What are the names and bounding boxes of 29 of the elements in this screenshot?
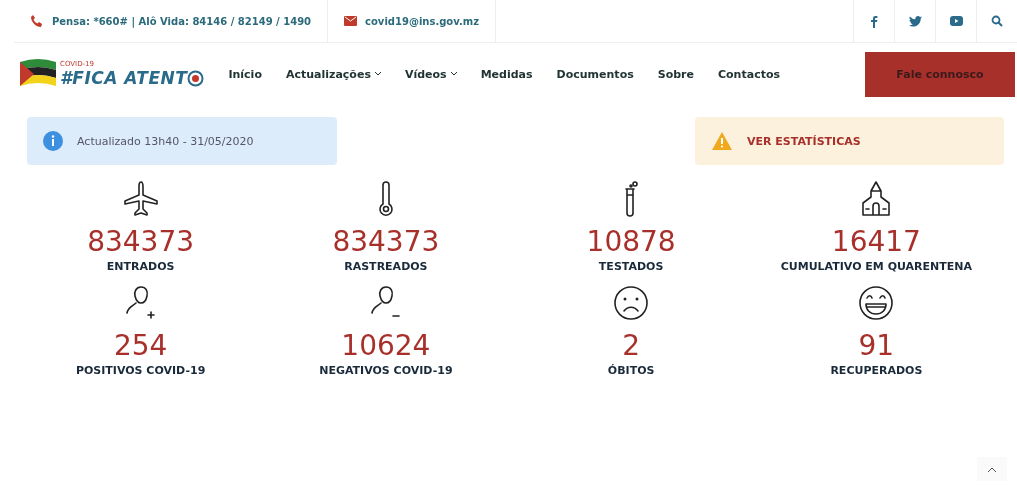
stat-value: 254 (113, 330, 168, 362)
warning-alert[interactable]: VER ESTATÍSTICAS (695, 117, 1004, 165)
stat-label: RASTREADOS (344, 259, 428, 273)
email-link[interactable]: covid19@ins.gov.mz (365, 15, 479, 27)
nav-link[interactable]: Sobre (657, 67, 694, 81)
stat-value: 834373 (332, 227, 440, 258)
stat-value: 10878 (586, 227, 676, 258)
stat-value: 16417 (831, 227, 921, 258)
stat-label: POSITIVOS COVID-19 (75, 363, 206, 377)
stat-label: RECUPERADOS (830, 363, 923, 377)
stat-value: 834373 (87, 227, 195, 258)
nav-link[interactable]: Vídeos (404, 67, 457, 81)
stat-label: NEGATIVOS COVID-19 (319, 363, 453, 377)
alert-text: VER ESTATÍSTICAS (747, 134, 861, 148)
stat-label: TESTADOS (598, 259, 664, 273)
stat-label: ÓBITOS (607, 363, 655, 377)
stat-value: 91 (858, 330, 895, 362)
stat-label: ENTRADOS (106, 259, 175, 273)
logo-text: #FICA ATENT (60, 68, 188, 88)
nav-link[interactable]: Contactos (718, 67, 780, 81)
hotline-text: Pensa: *660# | Alô Vida: 84146 / 82149 / 1490 (52, 15, 312, 27)
stat-value: 10624 (341, 330, 431, 362)
nav-link[interactable]: Início (228, 67, 262, 81)
nav-link[interactable]: Actualizações (285, 67, 381, 81)
stat-value: 2 (622, 330, 641, 362)
nav-link[interactable]: Documentos (556, 67, 634, 81)
stat-label: CUMULATIVO EM QUARENTENA (780, 259, 973, 273)
nav-link[interactable]: Medidas (480, 67, 533, 81)
alert-text: Actualizado 13h40 - 31/05/2020 (77, 134, 254, 148)
